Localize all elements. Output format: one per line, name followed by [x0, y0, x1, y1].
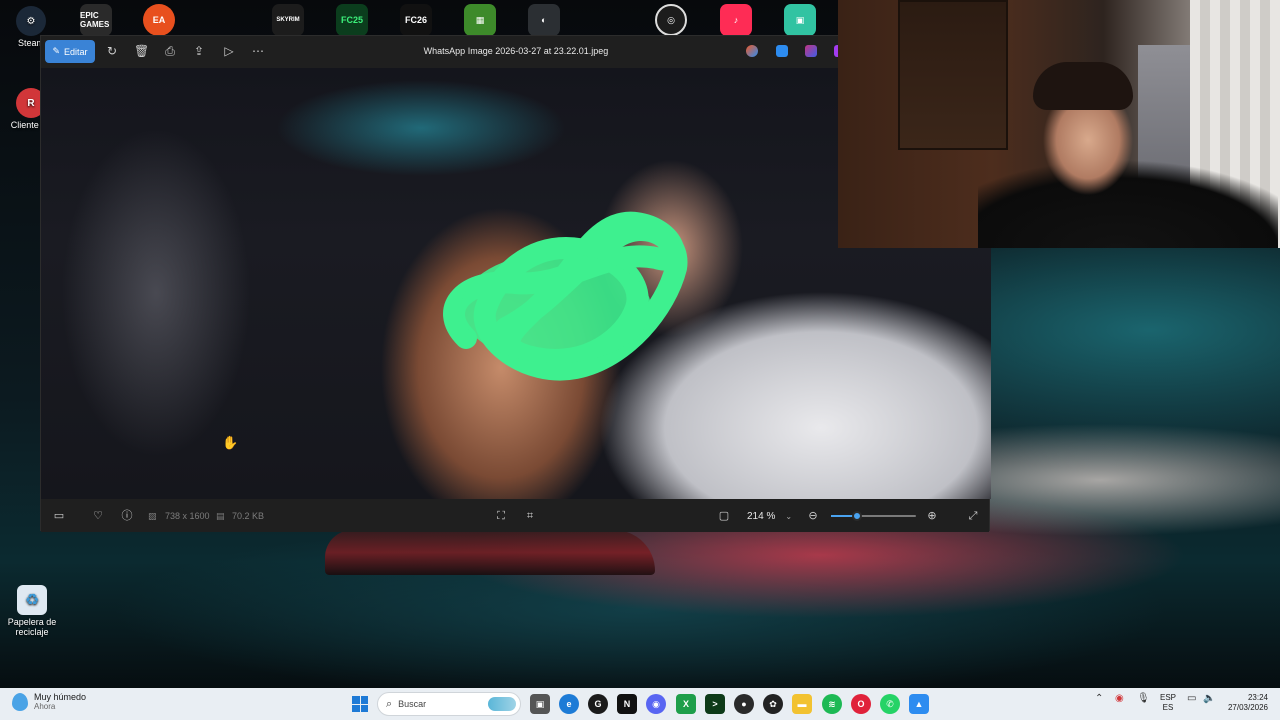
- terminal-icon[interactable]: >: [705, 694, 725, 714]
- streamlabs-icon[interactable]: ▣: [784, 4, 816, 36]
- desktop-icon-recycle-bin[interactable]: ♻ Papelera de reciclaje: [1, 585, 63, 637]
- spotify-icon[interactable]: ≋: [822, 694, 842, 714]
- taskbar: Muy húmedo Ahora ⌕ Buscar ▣ e G N ◉ X > …: [0, 688, 1280, 720]
- microphone-icon[interactable]: 🎙: [1137, 693, 1150, 704]
- green-scribble-overlay: [443, 211, 688, 381]
- wallpaper-car: [325, 530, 655, 575]
- language-code: ESP: [1160, 693, 1177, 702]
- zoom-out-icon[interactable]: ⊖: [806, 509, 820, 523]
- clock-time: 23:24: [1247, 693, 1268, 702]
- photos-taskbar-icon[interactable]: ▲: [909, 694, 929, 714]
- chrome-icon[interactable]: G: [588, 694, 608, 714]
- discord-icon[interactable]: ◉: [646, 694, 666, 714]
- fit-to-window-icon[interactable]: ▢: [717, 509, 731, 523]
- photo-background-figures: [61, 128, 251, 458]
- fc26-icon[interactable]: FC26: [400, 4, 432, 36]
- dimensions-icon: ▨: [148, 511, 157, 521]
- notion-icon[interactable]: N: [617, 694, 637, 714]
- webcam-overlay: [838, 0, 1280, 248]
- filmstrip-icon[interactable]: ▭: [52, 509, 66, 523]
- zoom-value: 214 %: [747, 510, 776, 522]
- image-dimensions: 738 x 1600: [165, 511, 210, 521]
- designer-icon[interactable]: [776, 45, 788, 57]
- copilot-icon[interactable]: [746, 45, 758, 57]
- ea-icon[interactable]: EA: [143, 4, 175, 36]
- search-highlight-icon: [488, 697, 516, 711]
- epic-games-icon[interactable]: EPIC GAMES: [80, 4, 112, 36]
- fc25-icon[interactable]: FC25: [336, 4, 368, 36]
- chatgpt-icon[interactable]: ✿: [763, 694, 783, 714]
- minecraft-icon[interactable]: ▦: [464, 4, 496, 36]
- weather-subtitle: Ahora: [34, 702, 56, 711]
- volume-icon[interactable]: 🔈: [1203, 693, 1215, 704]
- weather-widget[interactable]: Muy húmedo Ahora: [12, 692, 86, 711]
- clipchamp-icon[interactable]: [805, 45, 817, 57]
- zoom-dropdown[interactable]: 214 % ⌄: [741, 505, 803, 527]
- file-size: 70.2 KB: [232, 511, 265, 521]
- zoom-slider[interactable]: [831, 511, 916, 521]
- hand-cursor-icon: ✋: [222, 435, 239, 450]
- zoom-slider-thumb[interactable]: [851, 511, 862, 521]
- crop-focus-icon[interactable]: ⛶: [494, 509, 508, 523]
- weather-title: Muy húmedo: [34, 692, 87, 702]
- network-icon[interactable]: ▭: [1187, 693, 1196, 704]
- webcam-streamer-hair: [1033, 62, 1133, 110]
- start-button[interactable]: [352, 696, 368, 712]
- chevron-down-icon: ⌄: [785, 511, 793, 521]
- excel-icon[interactable]: X: [676, 694, 696, 714]
- info-icon[interactable]: ⓘ: [120, 509, 134, 523]
- desktop-icon-label: Papelera de reciclaje: [7, 617, 57, 637]
- fullscreen-icon[interactable]: ⤢: [966, 509, 980, 523]
- humidity-icon: [12, 692, 28, 711]
- scan-text-icon[interactable]: ⌗: [523, 509, 537, 523]
- clock-date: 27/03/2026: [1227, 703, 1268, 712]
- obs-taskbar-icon[interactable]: ●: [734, 694, 754, 714]
- game-icon[interactable]: ◐: [528, 4, 560, 36]
- riot-tray-icon[interactable]: ◉: [1115, 693, 1124, 704]
- tiktok-live-icon[interactable]: ♪: [720, 4, 752, 36]
- favorite-heart-icon[interactable]: ♡: [91, 509, 105, 523]
- search-placeholder: Buscar: [398, 699, 427, 709]
- taskbar-search[interactable]: ⌕ Buscar: [377, 692, 521, 716]
- tray-overflow-icon[interactable]: ⌃: [1095, 693, 1103, 704]
- obs-icon[interactable]: ◎: [655, 4, 687, 36]
- whatsapp-icon[interactable]: ✆: [880, 694, 900, 714]
- edge-icon[interactable]: e: [559, 694, 579, 714]
- file-size-icon: ▤: [216, 511, 225, 521]
- search-icon: ⌕: [386, 697, 393, 710]
- task-view-icon[interactable]: ▣: [530, 694, 550, 714]
- zoom-in-icon[interactable]: ⊕: [925, 509, 939, 523]
- file-explorer-icon[interactable]: ▬: [792, 694, 812, 714]
- viewer-bottom-bar: ▭ ♡ ⓘ ▨ 738 x 1600 ▤ 70.2 KB ⛶ ⌗ ▢ 214 %…: [41, 499, 989, 532]
- opera-icon[interactable]: O: [851, 694, 871, 714]
- language-indicator[interactable]: ESP ES: [1160, 693, 1176, 713]
- keyboard-layout: ES: [1162, 703, 1174, 712]
- system-clock[interactable]: 23:24 27/03/2026: [1222, 693, 1268, 713]
- recycle-bin-icon: ♻: [17, 585, 47, 615]
- steam-icon: ⚙: [16, 6, 46, 36]
- skyrim-icon[interactable]: SKYRIM: [272, 4, 304, 36]
